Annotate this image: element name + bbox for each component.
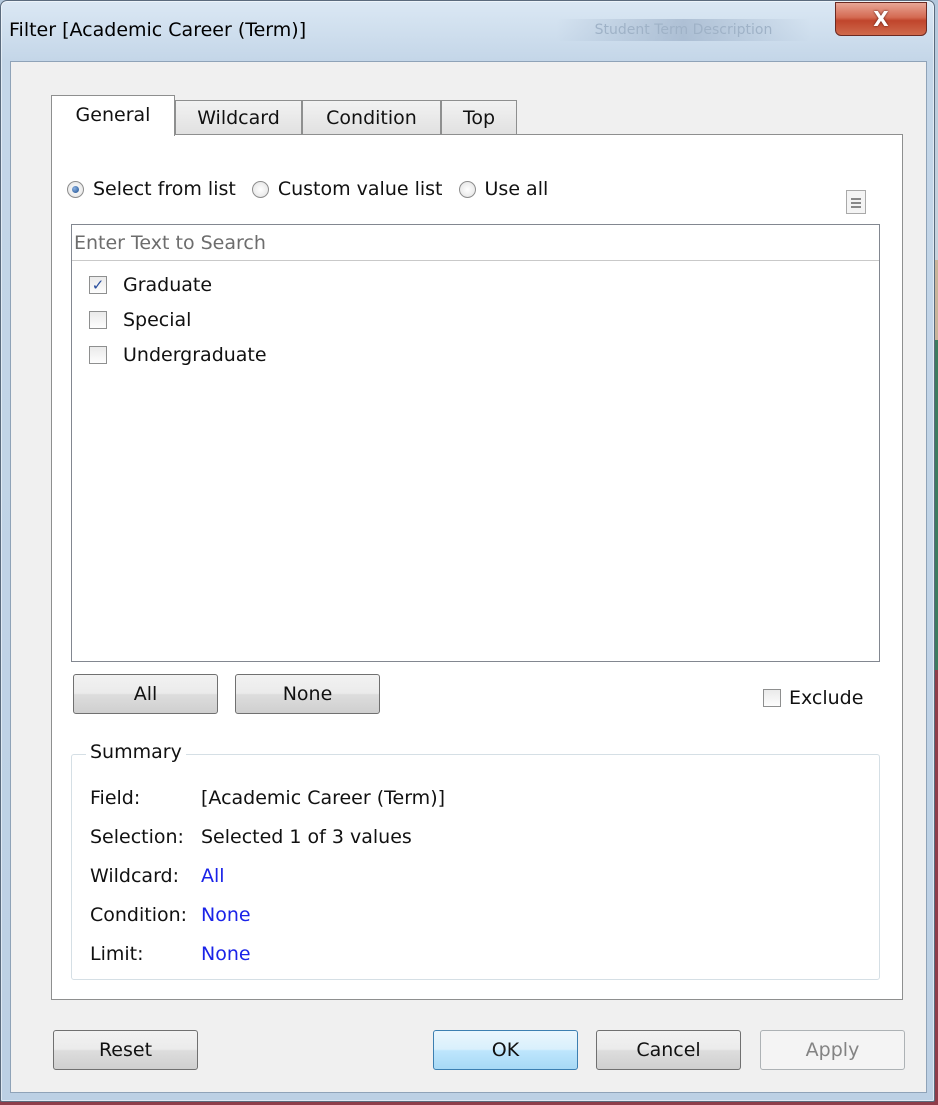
- title-bar[interactable]: Filter [Academic Career (Term)] Student …: [1, 1, 934, 61]
- summary-value: [Academic Career (Term)]: [201, 787, 446, 809]
- close-button[interactable]: X: [835, 2, 927, 36]
- exclude-checkbox[interactable]: [763, 689, 781, 707]
- list-item-undergraduate[interactable]: Undergraduate: [89, 340, 267, 370]
- summary-label: Wildcard:: [90, 865, 180, 887]
- radio-custom-value-list[interactable]: [251, 180, 269, 198]
- filter-dialog: Filter [Academic Career (Term)] Student …: [0, 0, 935, 1102]
- tab-general[interactable]: General: [51, 95, 175, 136]
- list-item-label: Special: [123, 309, 192, 331]
- list-item-label: Undergraduate: [123, 344, 267, 366]
- checkbox-graduate[interactable]: ✓: [89, 276, 107, 294]
- value-list: ✓ Graduate Special Undergraduate: [71, 224, 880, 662]
- summary-row-limit: Limit: None: [90, 943, 251, 969]
- list-item-special[interactable]: Special: [89, 305, 191, 335]
- summary-label: Limit:: [90, 943, 144, 965]
- select-none-button[interactable]: None: [235, 674, 380, 714]
- radio-use-all[interactable]: [458, 180, 476, 198]
- condition-link[interactable]: None: [201, 904, 251, 926]
- dialog-title: Filter [Academic Career (Term)]: [9, 19, 307, 41]
- close-icon: X: [873, 7, 889, 31]
- cancel-button[interactable]: Cancel: [596, 1030, 741, 1070]
- mode-radio-group: Select from list Custom value list Use a…: [67, 175, 564, 203]
- wildcard-link[interactable]: All: [201, 865, 225, 887]
- radio-custom-value-list-label[interactable]: Custom value list: [278, 178, 443, 200]
- summary-label: Condition:: [90, 904, 188, 926]
- exclude-label: Exclude: [789, 687, 864, 709]
- tab-wildcard[interactable]: Wildcard: [175, 100, 302, 134]
- checkbox-undergraduate[interactable]: [89, 346, 107, 364]
- reset-button[interactable]: Reset: [53, 1030, 198, 1070]
- summary-row-wildcard: Wildcard: All: [90, 865, 225, 891]
- ok-button[interactable]: OK: [433, 1030, 578, 1070]
- apply-button[interactable]: Apply: [760, 1030, 905, 1070]
- select-all-button[interactable]: All: [73, 674, 218, 714]
- radio-use-all-label[interactable]: Use all: [485, 178, 549, 200]
- dialog-client-area: General Wildcard Condition Top Select fr…: [10, 61, 927, 1093]
- summary-label: Selection:: [90, 826, 184, 848]
- summary-row-condition: Condition: None: [90, 904, 251, 930]
- background-window-title: Student Term Description: [556, 19, 811, 41]
- tab-top[interactable]: Top: [441, 100, 517, 134]
- checkbox-special[interactable]: [89, 311, 107, 329]
- radio-select-from-list-label[interactable]: Select from list: [93, 178, 236, 200]
- limit-link[interactable]: None: [201, 943, 251, 965]
- search-input[interactable]: [72, 225, 879, 261]
- list-item-graduate[interactable]: ✓ Graduate: [89, 270, 212, 300]
- list-item-label: Graduate: [123, 274, 213, 296]
- summary-group: Summary Field: [Academic Career (Term)] S…: [71, 741, 880, 980]
- exclude-option[interactable]: Exclude: [763, 684, 863, 712]
- radio-select-from-list[interactable]: [67, 180, 84, 198]
- summary-row-selection: Selection: Selected 1 of 3 values: [90, 826, 412, 852]
- summary-label: Field:: [90, 787, 141, 809]
- summary-value: Selected 1 of 3 values: [201, 826, 412, 848]
- list-menu-icon[interactable]: [846, 190, 866, 214]
- tab-condition[interactable]: Condition: [302, 100, 441, 134]
- summary-title: Summary: [86, 741, 186, 763]
- summary-row-field: Field: [Academic Career (Term)]: [90, 787, 445, 813]
